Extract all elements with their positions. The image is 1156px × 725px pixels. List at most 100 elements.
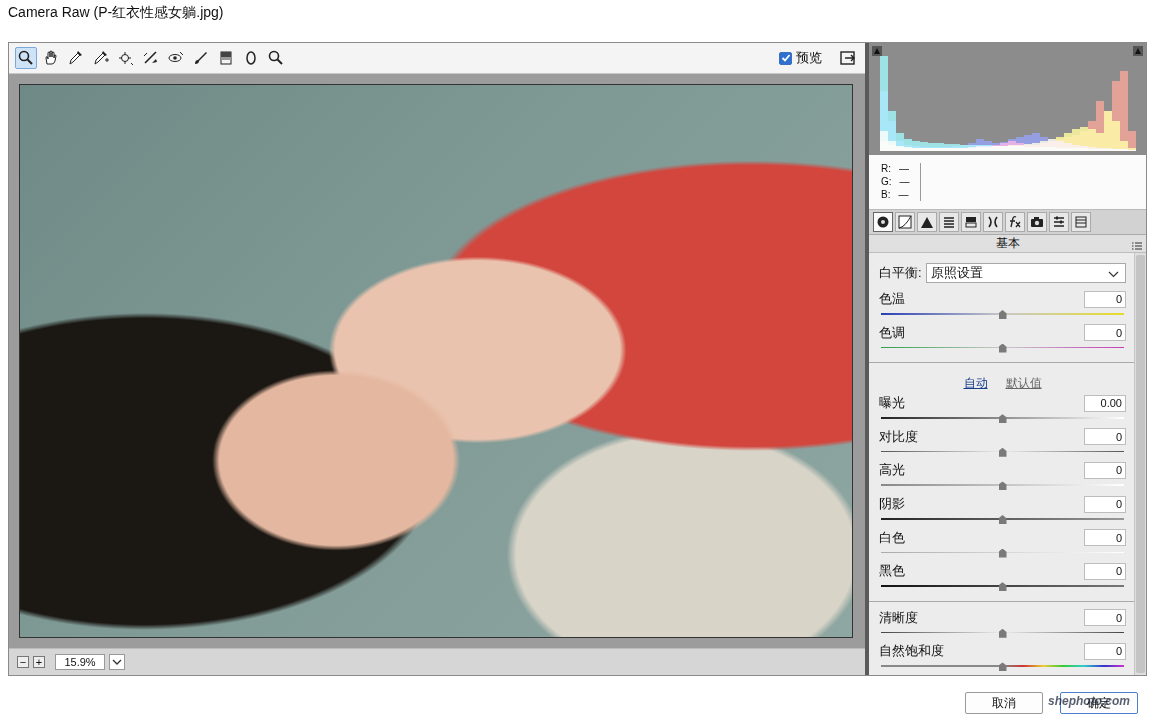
slider-thumb[interactable] [999, 662, 1007, 671]
slider-value-field[interactable]: 0.00 [1084, 395, 1126, 412]
rgb-values: R:—G:—B:— [881, 163, 921, 201]
tone-links: 自动 默认值 [879, 373, 1126, 393]
color-sampler-icon [92, 49, 110, 67]
slider-header: 对比度0 [879, 427, 1126, 447]
histogram-bar [968, 148, 976, 151]
histogram-bar [944, 148, 952, 151]
slider-thumb[interactable] [999, 549, 1007, 558]
histogram-bar [936, 143, 944, 151]
target-adjust-tool[interactable] [115, 47, 137, 69]
zoom-in-button[interactable]: + [33, 656, 45, 668]
brush-tool[interactable] [190, 47, 212, 69]
histogram-series [880, 56, 1136, 151]
auto-link[interactable]: 自动 [964, 375, 988, 392]
slider-track[interactable] [881, 632, 1124, 634]
histogram-bar [976, 147, 984, 151]
slider-value-field[interactable]: 0 [1084, 462, 1126, 479]
slider-thumb[interactable] [999, 481, 1007, 490]
color-sampler-tool[interactable] [90, 47, 112, 69]
readout-label: B: [881, 189, 890, 201]
aperture-tab[interactable] [873, 212, 893, 232]
slider-thumb[interactable] [999, 582, 1007, 591]
crop-straighten-tool[interactable] [140, 47, 162, 69]
slider-thumb[interactable] [999, 414, 1007, 423]
slider-label: 自然饱和度 [879, 642, 944, 660]
slider-value-field[interactable]: 0 [1084, 496, 1126, 513]
hsl-tab[interactable] [939, 212, 959, 232]
slider-value-field[interactable]: 0 [1084, 324, 1126, 341]
histogram-bar [1048, 141, 1056, 151]
white-balance-select[interactable]: 原照设置 [926, 263, 1126, 283]
hand-tool[interactable] [40, 47, 62, 69]
highlight-clip-warning[interactable] [1133, 46, 1143, 56]
slider-track[interactable] [881, 347, 1124, 349]
cancel-button[interactable]: 取消 [965, 692, 1043, 714]
camera-icon [1030, 215, 1044, 229]
zoom-value[interactable]: 15.9% [55, 654, 105, 670]
fx-tab[interactable] [1005, 212, 1025, 232]
slider-value-field[interactable]: 0 [1084, 529, 1126, 546]
histogram-series [880, 91, 1136, 151]
slider-track[interactable] [881, 484, 1124, 486]
camera-tab[interactable] [1027, 212, 1047, 232]
scrollbar[interactable] [1134, 253, 1146, 675]
presets-tab[interactable] [1049, 212, 1069, 232]
slider-value-field[interactable]: 0 [1084, 643, 1126, 660]
slider-track[interactable] [881, 451, 1124, 453]
slider-value-field[interactable]: 0 [1084, 609, 1126, 626]
split-toning-tab[interactable] [961, 212, 981, 232]
slider-track[interactable] [881, 417, 1124, 419]
lens-tab[interactable] [983, 212, 1003, 232]
readout-label: G: [881, 176, 892, 188]
slider-thumb[interactable] [999, 344, 1007, 353]
eyedropper-tool[interactable] [65, 47, 87, 69]
white-balance-label: 白平衡: [879, 264, 922, 282]
zoom-out-button[interactable]: − [17, 656, 29, 668]
preview-stage [9, 74, 865, 648]
slider-value-field[interactable]: 0 [1084, 291, 1126, 308]
zoom-tool[interactable] [265, 47, 287, 69]
curve-tab[interactable] [895, 212, 915, 232]
slider-thumb[interactable] [999, 310, 1007, 319]
radial-filter-tool[interactable] [240, 47, 262, 69]
slider-track[interactable] [881, 552, 1124, 554]
histogram-bar [960, 145, 968, 151]
slider-value-field[interactable]: 0 [1084, 428, 1126, 445]
histogram-bar [984, 146, 992, 151]
slider-row: 白色0 [879, 528, 1126, 562]
settings-list: 白平衡:原照设置色温0色调0自动默认值曝光0.00对比度0高光0阴影0白色0黑色… [869, 253, 1134, 675]
slider-track[interactable] [881, 313, 1124, 315]
zoom-tool[interactable] [15, 47, 37, 69]
slider-header: 白色0 [879, 528, 1126, 548]
slider-track[interactable] [881, 518, 1124, 520]
histogram-bar [992, 146, 1000, 151]
default-link[interactable]: 默认值 [1006, 375, 1042, 392]
histogram-bar [1040, 143, 1048, 151]
slider-value-field[interactable]: 0 [1084, 563, 1126, 580]
graduated-filter-tool[interactable] [215, 47, 237, 69]
histogram-bar [904, 147, 912, 151]
histogram-bar [952, 146, 960, 151]
slider-thumb[interactable] [999, 515, 1007, 524]
detail-tab[interactable] [917, 212, 937, 232]
slider-row: 对比度0 [879, 427, 1126, 461]
snapshots-tab[interactable] [1071, 212, 1091, 232]
slider-header: 色温0 [879, 289, 1126, 309]
scrollbar-thumb[interactable] [1136, 255, 1145, 673]
histogram-bar [1120, 71, 1128, 151]
preview-checkbox[interactable]: 预览 [779, 49, 822, 67]
histogram-bar [1080, 127, 1088, 151]
histogram-bar [1000, 142, 1008, 151]
ok-button[interactable]: 确定 [1060, 692, 1138, 714]
slider-thumb[interactable] [999, 448, 1007, 457]
shadow-clip-warning[interactable] [872, 46, 882, 56]
slider-track[interactable] [881, 665, 1124, 667]
slider-thumb[interactable] [999, 629, 1007, 638]
histogram-bar [912, 141, 920, 151]
checkbox-box[interactable] [779, 52, 792, 65]
zoom-dropdown[interactable] [109, 654, 125, 670]
slider-track[interactable] [881, 585, 1124, 587]
panel-menu[interactable] [1132, 239, 1142, 253]
fullscreen-button[interactable] [837, 47, 859, 69]
red-eye-tool[interactable] [165, 47, 187, 69]
